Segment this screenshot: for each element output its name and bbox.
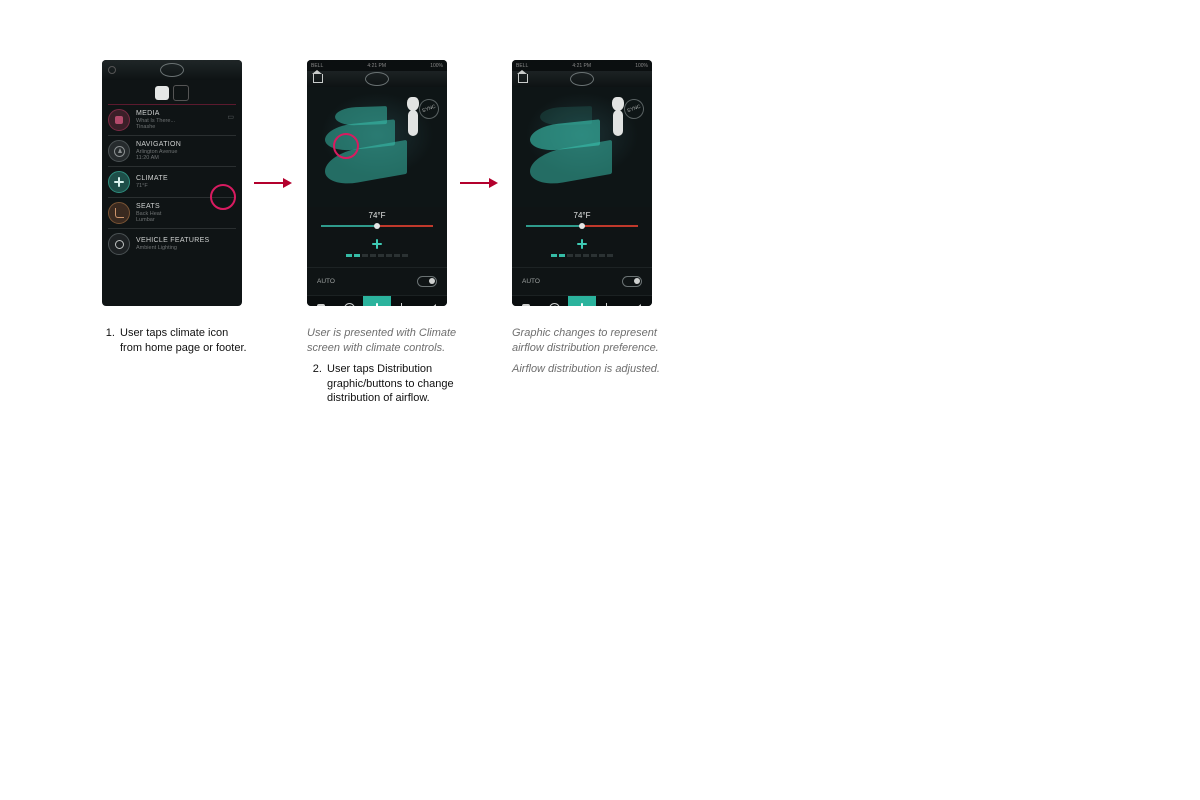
caption-text: User taps Distribution graphic/buttons t…: [325, 362, 457, 407]
app-header: [512, 71, 652, 87]
temperature-slider[interactable]: [321, 223, 433, 229]
caption-step-1: User taps climate icon from home page or…: [100, 326, 250, 356]
status-time: 4:21 PM: [572, 63, 591, 69]
occupant-figure-icon: [612, 97, 624, 136]
phone-home-screen: MEDIA What Is There... Tinashe ▭ NAVIGAT…: [102, 60, 242, 306]
brand-logo-icon: [160, 63, 184, 77]
navigation-icon: [108, 140, 130, 162]
caption-desc: Airflow distribution is adjusted.: [512, 362, 662, 377]
tab-media[interactable]: [512, 296, 540, 306]
airflow-distribution-graphic[interactable]: SYNC: [307, 87, 447, 207]
menu-sub: Lumbar: [136, 217, 161, 223]
flow-arrow-1: [254, 178, 292, 188]
tab-climate[interactable]: [568, 296, 596, 306]
phone-climate-screen-after: BELL 4:21 PM 100% SYNC 74°F AUTO: [512, 60, 652, 306]
notification-dot-icon: [108, 66, 116, 74]
brand-logo-icon: [365, 72, 389, 86]
tab-seats[interactable]: [596, 296, 624, 306]
status-bar: BELL 4:21 PM 100%: [307, 60, 447, 71]
caption-desc: Graphic changes to represent airflow dis…: [512, 326, 662, 356]
auto-row: AUTO: [512, 267, 652, 295]
flow-arrow-2: [460, 178, 498, 188]
menu-title: CLIMATE: [136, 175, 168, 183]
menu-sub: 71°F: [136, 183, 168, 189]
auto-label: AUTO: [317, 278, 335, 285]
caption-result: Graphic changes to represent airflow dis…: [512, 326, 662, 383]
airflow-distribution-graphic[interactable]: SYNC: [512, 87, 652, 207]
vehicle-features-icon: [108, 233, 130, 255]
tap-indicator-icon: [210, 184, 236, 210]
fan-speed-slider[interactable]: [526, 254, 638, 257]
seat-selector[interactable]: [102, 80, 242, 104]
sync-button[interactable]: SYNC: [416, 96, 442, 122]
tab-navigation[interactable]: [540, 296, 568, 306]
status-time: 4:21 PM: [367, 63, 386, 69]
temperature-slider[interactable]: [526, 223, 638, 229]
climate-icon: [108, 171, 130, 193]
menu-sub: Ambient Lighting: [136, 245, 210, 251]
menu-sub: Tinashe: [136, 124, 175, 130]
occupant-figure-icon: [407, 97, 419, 136]
home-menu-list: MEDIA What Is There... Tinashe ▭ NAVIGAT…: [102, 104, 242, 259]
tab-media[interactable]: [307, 296, 335, 306]
menu-sub: 11:20 AM: [136, 155, 181, 161]
menu-title: NAVIGATION: [136, 141, 181, 149]
status-bar: BELL 4:21 PM 100%: [512, 60, 652, 71]
status-battery: 100%: [635, 63, 648, 69]
menu-title: SEATS: [136, 203, 161, 211]
menu-title: MEDIA: [136, 110, 175, 118]
tap-indicator-icon: [333, 133, 359, 159]
fan-icon: [372, 239, 382, 251]
fan-icon: [577, 239, 587, 251]
phone-climate-screen-before: BELL 4:21 PM 100% SYNC 74°F AUTO: [307, 60, 447, 306]
app-header: [307, 71, 447, 87]
brand-logo-icon: [570, 72, 594, 86]
menu-item-vehicle-features[interactable]: VEHICLE FEATURES Ambient Lighting: [108, 228, 236, 259]
tab-navigation[interactable]: [335, 296, 363, 306]
tab-climate[interactable]: [363, 296, 391, 306]
seat-passenger-icon[interactable]: [173, 85, 189, 101]
menu-title: VEHICLE FEATURES: [136, 237, 210, 245]
tab-sound[interactable]: [624, 296, 652, 306]
status-battery: 100%: [430, 63, 443, 69]
tab-seats[interactable]: [391, 296, 419, 306]
temperature-readout: 74°F: [321, 211, 433, 220]
sync-button[interactable]: SYNC: [621, 96, 647, 122]
caption-step-2: User is presented with Climate screen wi…: [307, 326, 457, 406]
menu-item-media[interactable]: MEDIA What Is There... Tinashe ▭: [108, 104, 236, 135]
caption-text: User taps climate icon from home page or…: [118, 326, 250, 356]
auto-toggle[interactable]: [622, 276, 642, 287]
media-icon: [108, 109, 130, 131]
status-carrier: BELL: [516, 63, 528, 69]
app-header: [102, 60, 242, 80]
status-carrier: BELL: [311, 63, 323, 69]
seat-driver-icon[interactable]: [155, 86, 169, 100]
home-icon[interactable]: [518, 74, 528, 85]
auto-toggle[interactable]: [417, 276, 437, 287]
auto-label: AUTO: [522, 278, 540, 285]
tab-bar: [512, 295, 652, 306]
tab-bar: [307, 295, 447, 306]
caption-desc: User is presented with Climate screen wi…: [307, 326, 457, 356]
home-icon[interactable]: [313, 74, 323, 85]
tab-sound[interactable]: [419, 296, 447, 306]
device-icon: ▭: [227, 113, 234, 121]
menu-item-navigation[interactable]: NAVIGATION Arlington Avenue 11:20 AM: [108, 135, 236, 166]
auto-row: AUTO: [307, 267, 447, 295]
temperature-readout: 74°F: [526, 211, 638, 220]
fan-speed-slider[interactable]: [321, 254, 433, 257]
seats-icon: [108, 202, 130, 224]
